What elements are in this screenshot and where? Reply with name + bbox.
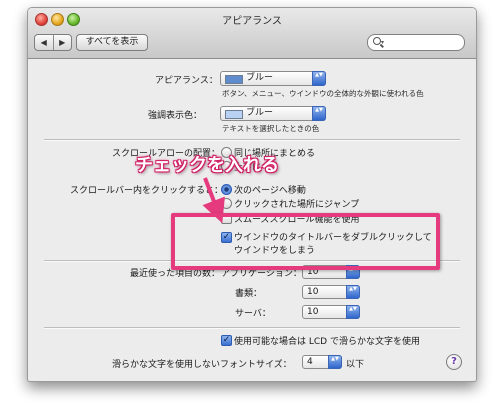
radio-jump-here[interactable] — [221, 198, 232, 209]
appearance-color-swatch — [225, 75, 243, 84]
back-forward-control: ◀ ▶ — [34, 34, 72, 51]
appearance-preferences-window: アピアランス ◀ ▶ すべてを表示 ▾ アピアランス： ブルー ▲▼ ボタン、メ… — [27, 7, 477, 382]
min-font-size-popup[interactable]: 4 ▲▼ — [302, 355, 342, 369]
radio-jump-here-label: クリックされた場所にジャンプ — [234, 200, 360, 210]
appearance-label: アピアランス： — [155, 76, 218, 86]
show-all-button[interactable]: すべてを表示 — [76, 34, 148, 51]
lcd-smoothing-checkbox[interactable]: ✓ — [221, 335, 232, 346]
scrollbar-click-label: スクロールバー内をクリックすると： — [70, 186, 224, 196]
search-icon — [373, 37, 381, 45]
recent-documents-label: 書類： — [235, 289, 263, 299]
recent-servers-label: サーバ： — [235, 309, 271, 319]
title-bar: アピアランス ◀ ▶ すべてを表示 ▾ — [28, 8, 476, 59]
highlight-color-popup[interactable]: ブルー ▲▼ — [220, 106, 326, 121]
window-title: アピアランス — [222, 16, 282, 27]
radio-next-page[interactable] — [221, 184, 232, 195]
popup-arrows-icon: ▲▼ — [346, 305, 360, 319]
popup-arrows-icon: ▲▼ — [312, 106, 326, 121]
popup-arrows-icon: ▲▼ — [346, 285, 360, 299]
separator — [44, 139, 460, 141]
appearance-popup-value: ブルー — [246, 73, 274, 83]
popup-arrows-icon: ▲▼ — [312, 71, 326, 86]
help-icon[interactable]: ? — [446, 354, 462, 370]
separator — [44, 327, 460, 329]
appearance-popup[interactable]: ブルー ▲▼ — [220, 71, 326, 86]
annotation-callout: チェックを入れる — [135, 155, 279, 176]
recent-documents-popup[interactable]: 10 ▲▼ — [302, 285, 360, 299]
recent-documents-value: 10 — [307, 287, 319, 297]
search-menu-arrow-icon: ▾ — [381, 39, 385, 46]
highlight-color-label: 強調表示色： — [148, 111, 203, 121]
min-font-size-value: 4 — [307, 357, 313, 367]
recent-servers-value: 10 — [307, 307, 319, 317]
annotation-highlight-box — [171, 213, 440, 270]
highlight-color-swatch — [225, 110, 243, 119]
appearance-description: ボタン、メニュー、ウインドウの全体的な外観に使われる色 — [222, 89, 424, 98]
highlight-description: テキストを選択したときの色 — [222, 124, 320, 133]
min-font-size-suffix: 以下 — [346, 360, 365, 370]
back-arrow-icon[interactable]: ◀ — [35, 35, 54, 50]
min-font-size-label: 滑らかな文字を使用しないフォントサイズ： — [112, 360, 292, 370]
search-field[interactable]: ▾ — [367, 34, 465, 51]
forward-arrow-icon[interactable]: ▶ — [54, 35, 72, 50]
recent-servers-popup[interactable]: 10 ▲▼ — [302, 305, 360, 319]
highlight-popup-value: ブルー — [246, 108, 274, 118]
lcd-smoothing-label: 使用可能な場合は LCD で滑らかな文字を使用 — [234, 337, 420, 347]
radio-next-page-label: 次のページへ移動 — [234, 186, 306, 196]
popup-arrows-icon: ▲▼ — [328, 355, 342, 369]
